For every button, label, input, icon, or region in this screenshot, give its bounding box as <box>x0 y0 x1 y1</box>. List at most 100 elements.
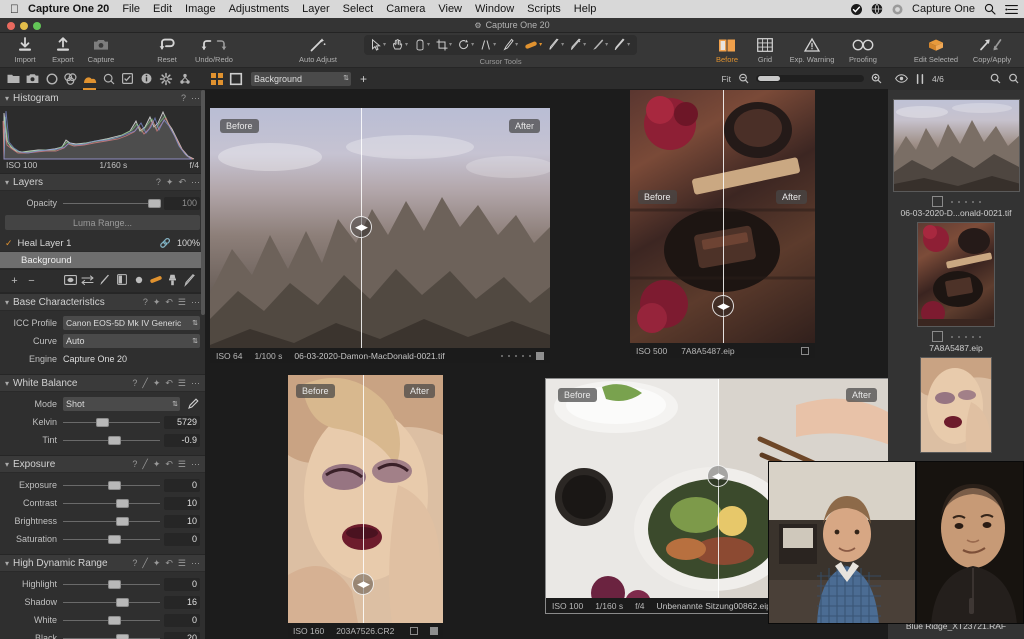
copy-apply-button[interactable]: Copy/Apply <box>964 33 1020 68</box>
help-icon[interactable]: ? <box>132 459 137 469</box>
help-icon[interactable]: ? <box>143 297 148 307</box>
black-slider[interactable] <box>63 631 160 639</box>
contrast-value[interactable]: 10 <box>164 497 200 510</box>
tool-tab-custom[interactable] <box>175 68 194 90</box>
split-handle-icon[interactable]: ◀▶ <box>350 216 372 238</box>
tool-tab-output[interactable] <box>156 68 175 90</box>
highlight-slider[interactable] <box>63 577 160 591</box>
search-icon[interactable] <box>984 3 996 15</box>
slider-knob[interactable] <box>108 580 121 589</box>
menu-adjustments[interactable]: Adjustments <box>229 3 290 15</box>
before-after-button[interactable]: Before <box>708 33 746 68</box>
minimize-button[interactable] <box>20 22 28 30</box>
color-tag-box[interactable] <box>536 352 544 360</box>
exposure-slider[interactable] <box>63 478 160 492</box>
more-options-icon[interactable]: ⋯ <box>191 93 200 104</box>
import-button[interactable]: Import <box>6 33 44 68</box>
preset-icon[interactable]: ☰ <box>178 459 186 470</box>
base-characteristics-header[interactable]: ▾ Base Characteristics ? ✦ ↶ ☰ ⋯ <box>0 294 205 311</box>
invert-mask-icon[interactable] <box>79 275 96 288</box>
eye-icon[interactable] <box>895 74 908 83</box>
menu-edit[interactable]: Edit <box>153 3 172 15</box>
opacity-slider[interactable] <box>63 196 160 210</box>
help-icon[interactable]: ? <box>132 558 137 568</box>
more-options-icon[interactable]: ⋯ <box>191 558 200 569</box>
clone-brush-icon[interactable]: ▾ <box>545 38 567 51</box>
preset-icon[interactable]: ☰ <box>178 378 186 389</box>
tint-value[interactable]: -0.9 <box>164 434 200 447</box>
tool-tab-details[interactable] <box>99 68 118 90</box>
browser-thumb-mountains[interactable]: 06-03-2020-D...onald-0021.tif <box>888 99 1024 222</box>
color-tag-box[interactable] <box>932 196 943 207</box>
zoom-out-icon[interactable] <box>738 73 749 84</box>
menu-view[interactable]: View <box>438 3 462 15</box>
brightness-value[interactable]: 10 <box>164 515 200 528</box>
menu-select[interactable]: Select <box>343 3 374 15</box>
rotate-icon[interactable]: ▾ <box>455 39 477 51</box>
help-icon[interactable]: ? <box>156 177 161 187</box>
menu-scripts[interactable]: Scripts <box>527 3 561 15</box>
layer-item-background[interactable]: Background <box>0 252 205 269</box>
icc-profile-select[interactable]: Canon EOS-5D Mk IV Generic ⇅ <box>63 316 200 330</box>
layer-select[interactable]: Background ⇅ <box>251 72 351 86</box>
shadow-value[interactable]: 16 <box>164 596 200 609</box>
circle-icon[interactable] <box>892 4 903 15</box>
wand-icon[interactable]: ✦ <box>153 378 161 389</box>
chevron-down-icon[interactable]: ▾ <box>5 379 9 388</box>
reset-icon[interactable]: ↶ <box>178 177 186 188</box>
menu-image[interactable]: Image <box>185 3 216 15</box>
globe-icon[interactable] <box>871 3 883 15</box>
reset-icon[interactable]: ↶ <box>165 459 173 470</box>
reset-icon[interactable]: ↶ <box>165 558 173 569</box>
browser-thumb-dessert[interactable]: 7A8A5487.eip <box>888 222 1024 357</box>
picker-icon[interactable]: ╱ <box>142 459 147 470</box>
export-button[interactable]: Export <box>44 33 82 68</box>
checkmark-badge-icon[interactable] <box>851 4 862 15</box>
close-button[interactable] <box>7 22 15 30</box>
menu-layer[interactable]: Layer <box>302 3 330 15</box>
brightness-slider[interactable] <box>63 514 160 528</box>
chevron-down-icon[interactable]: ▾ <box>5 298 9 307</box>
zoom-in-icon[interactable] <box>871 73 882 84</box>
color-tag-box[interactable] <box>801 347 809 355</box>
picker-icon[interactable]: ╱ <box>142 378 147 389</box>
draw-mask-icon[interactable]: ▾ <box>567 38 589 51</box>
saturation-slider[interactable] <box>63 532 160 546</box>
luma-range-button[interactable]: Luma Range... <box>5 215 200 230</box>
maximize-button[interactable] <box>33 22 41 30</box>
spot-removal-icon[interactable]: ▾ <box>499 38 521 51</box>
black-value[interactable]: 20 <box>164 632 200 639</box>
preset-icon[interactable]: ☰ <box>178 558 186 569</box>
viewer-image-dessert[interactable]: ◀▶ Before After <box>630 90 815 350</box>
more-options-icon[interactable]: ⋯ <box>191 177 200 188</box>
loupe-icon[interactable] <box>1008 73 1019 84</box>
slider-knob[interactable] <box>108 616 121 625</box>
reset-icon[interactable]: ↶ <box>165 378 173 389</box>
single-view-icon[interactable] <box>230 73 242 85</box>
before-after-split-line[interactable] <box>718 379 719 613</box>
kelvin-value[interactable]: 5729 <box>164 416 200 429</box>
slider-knob[interactable] <box>116 634 129 639</box>
undo-redo-button[interactable]: Undo/Redo <box>186 33 242 68</box>
layer-item-heal[interactable]: ✓ Heal Layer 1 🔗 100% <box>0 235 205 252</box>
capture-button[interactable]: Capture <box>82 33 120 68</box>
keystone-icon[interactable]: ▾ <box>477 39 499 51</box>
more-options-icon[interactable]: ⋯ <box>191 459 200 470</box>
grid-button[interactable]: Grid <box>746 33 784 68</box>
white-slider[interactable] <box>63 613 160 627</box>
add-plus-icon[interactable]: + <box>360 73 367 85</box>
gradient-mask-icon[interactable]: ▾ <box>611 38 633 51</box>
menu-camera[interactable]: Camera <box>386 3 425 15</box>
grid-view-icon[interactable] <box>211 73 223 85</box>
viewer-image-portrait[interactable]: ◀▶ Before After <box>288 375 443 623</box>
wb-mode-select[interactable]: Shot ⇅ <box>63 397 180 411</box>
reset-icon[interactable]: ↶ <box>165 297 173 308</box>
highlight-value[interactable]: 0 <box>164 578 200 591</box>
window-traffic-lights[interactable] <box>7 22 41 30</box>
slider-knob[interactable] <box>108 481 121 490</box>
slider-knob[interactable] <box>148 199 161 208</box>
layers-header[interactable]: ▾ Layers ? ✦ ↶ ⋯ <box>0 174 205 191</box>
radial-mask-icon[interactable] <box>130 275 147 288</box>
slider-knob[interactable] <box>108 436 121 445</box>
browser-search-icon[interactable] <box>990 73 1001 84</box>
